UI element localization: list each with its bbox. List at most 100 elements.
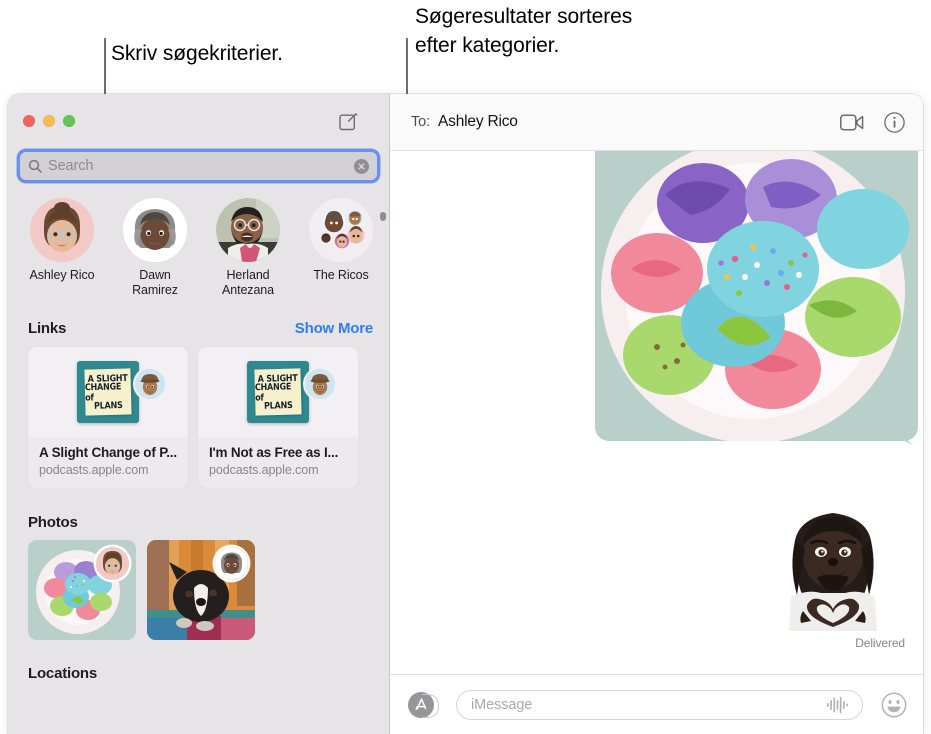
messages-area: Delivered <box>390 151 923 674</box>
conversation-header: To: Ashley Rico <box>390 94 923 151</box>
group-the-ricos-icon <box>309 198 373 262</box>
link-domain: podcasts.apple.com <box>209 463 319 477</box>
header-actions <box>840 111 905 133</box>
annotation-results-caption: Søgeresultater sorteres efter kategorier… <box>415 2 632 60</box>
link-cards: A SLIGHT CHANGE of PLANS A Slight Change… <box>8 337 389 488</box>
photo-thumbnail[interactable] <box>147 540 255 640</box>
link-thumbnail: A SLIGHT CHANGE of PLANS <box>198 347 358 437</box>
apps-button[interactable] <box>408 691 439 718</box>
contact-result-the-ricos[interactable]: The Ricos <box>307 198 375 298</box>
search-row: Search <box>8 152 389 180</box>
link-card[interactable]: A SLIGHT CHANGE of PLANS <box>198 347 358 488</box>
message-input-placeholder: iMessage <box>471 696 533 713</box>
audio-record-button[interactable] <box>826 696 848 714</box>
memoji-hat-icon <box>305 369 335 399</box>
link-meta: I'm Not as Free as I... podcasts.apple.c… <box>198 437 358 488</box>
minimize-button[interactable] <box>43 115 55 127</box>
conversation-pane: To: Ashley Rico Delivered iMessage <box>390 94 923 734</box>
podcast-cover-artwork: A SLIGHT CHANGE of PLANS <box>247 361 309 423</box>
avatar <box>216 198 280 262</box>
photo-sender-avatar <box>215 547 248 580</box>
link-card[interactable]: A SLIGHT CHANGE of PLANS <box>28 347 188 488</box>
memoji-heart-hands-sticker <box>789 513 877 631</box>
locations-header: Locations <box>8 665 389 682</box>
sidebar-scrollbar[interactable] <box>380 212 386 221</box>
search-clear-button[interactable] <box>354 158 369 174</box>
locations-section: Locations <box>8 665 389 682</box>
messages-window: Search Ashley Rico Dawn Ramirez Herland … <box>8 94 923 734</box>
contact-result-dawn-ramirez[interactable]: Dawn Ramirez <box>121 198 189 298</box>
message-input[interactable]: iMessage <box>456 689 863 720</box>
message-status: Delivered <box>855 636 905 650</box>
annotation-search-caption: Skriv søgekriterier. <box>111 42 283 65</box>
search-icon <box>28 159 42 173</box>
contact-result-herland-antezana[interactable]: Herland Antezana <box>214 198 282 298</box>
avatar <box>123 198 187 262</box>
links-title: Links <box>28 320 67 337</box>
memoji-ashley-icon <box>96 547 129 580</box>
close-button[interactable] <box>23 115 35 127</box>
cover-line-3: PLANS <box>93 399 123 412</box>
contact-name: The Ricos <box>313 268 369 282</box>
avatar <box>30 198 94 262</box>
memoji-ashley-icon <box>30 198 94 262</box>
photo-thumbnail[interactable] <box>28 540 136 640</box>
message-photo-bubble[interactable] <box>595 151 918 441</box>
to-label: To: <box>411 114 431 130</box>
recipient-name[interactable]: Ashley Rico <box>438 113 518 131</box>
cover-line-3: PLANS <box>263 399 293 412</box>
memoji-dawn-icon <box>215 547 248 580</box>
annotation-results-line2: efter kategorier. <box>415 34 560 57</box>
compose-bar: iMessage <box>390 674 923 734</box>
memoji-hat-icon <box>135 369 165 399</box>
info-icon <box>884 111 905 133</box>
contact-name: Ashley Rico <box>29 268 95 282</box>
memoji-dawn-icon <box>123 198 187 262</box>
link-title: I'm Not as Free as I... <box>209 445 339 460</box>
clear-icon <box>358 162 365 170</box>
podcast-cover-artwork: A SLIGHT CHANGE of PLANS <box>77 361 139 423</box>
link-domain: podcasts.apple.com <box>39 463 149 477</box>
contact-name: Dawn Ramirez <box>132 268 178 297</box>
contact-name: Herland Antezana <box>221 268 275 297</box>
macarons-message-photo <box>595 151 918 441</box>
photos-header: Photos <box>8 514 389 531</box>
contacts-results: Ashley Rico Dawn Ramirez Herland Antezan… <box>8 180 389 298</box>
details-button[interactable] <box>884 111 905 133</box>
search-input[interactable]: Search <box>48 158 354 174</box>
emoji-picker-button[interactable] <box>881 692 907 718</box>
podcast-cover-note: A SLIGHT CHANGE of PLANS <box>254 368 302 416</box>
links-header: Links Show More <box>8 320 389 337</box>
message-bubble-tail <box>899 423 913 445</box>
contact-result-ashley-rico[interactable]: Ashley Rico <box>28 198 96 298</box>
avatar <box>309 198 373 262</box>
search-field[interactable]: Search <box>20 152 377 180</box>
compose-icon <box>338 112 357 130</box>
sidebar-toolbar <box>8 94 389 152</box>
photos-section: Photos <box>8 514 389 640</box>
smiley-icon <box>881 692 907 717</box>
links-show-more-button[interactable]: Show More <box>295 320 373 337</box>
message-sticker[interactable] <box>773 499 893 631</box>
photos-title: Photos <box>28 514 78 531</box>
links-section: Links Show More A SLIGHT CHANGE of PLANS <box>8 320 389 488</box>
photo-herland-icon <box>216 198 280 262</box>
podcast-cover-note: A SLIGHT CHANGE of PLANS <box>84 368 132 416</box>
link-sender-avatar <box>305 369 335 399</box>
link-title: A Slight Change of P... <box>39 445 177 460</box>
audio-waveform-icon <box>827 696 848 713</box>
traffic-lights <box>23 115 75 127</box>
photo-sender-avatar <box>96 547 129 580</box>
photo-thumbnails <box>8 531 389 640</box>
zoom-button[interactable] <box>63 115 75 127</box>
facetime-button[interactable] <box>840 114 864 131</box>
annotation-results-line1: Søgeresultater sorteres <box>415 5 633 28</box>
link-thumbnail: A SLIGHT CHANGE of PLANS <box>28 347 188 437</box>
compose-button[interactable] <box>335 108 361 134</box>
locations-title: Locations <box>28 665 98 682</box>
link-meta: A Slight Change of P... podcasts.apple.c… <box>28 437 188 488</box>
app-store-icon <box>414 698 426 710</box>
video-camera-icon <box>840 114 864 130</box>
sidebar: Search Ashley Rico Dawn Ramirez Herland … <box>8 94 390 734</box>
link-sender-avatar <box>135 369 165 399</box>
